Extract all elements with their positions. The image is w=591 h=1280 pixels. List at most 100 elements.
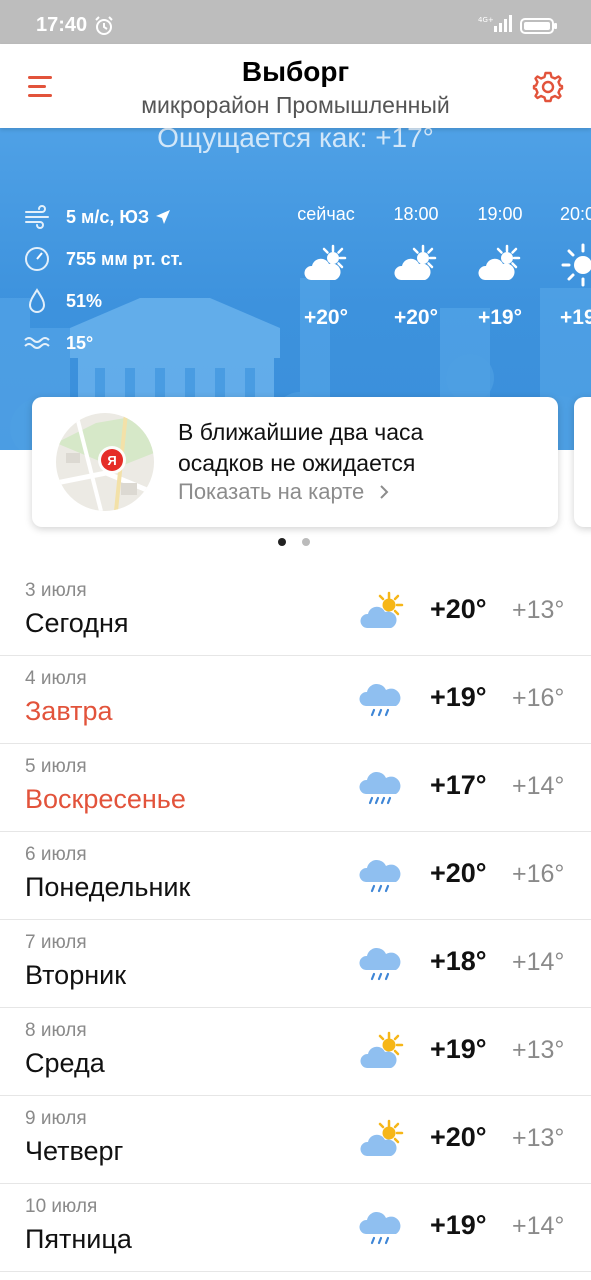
partly-cloudy-icon: [360, 591, 404, 628]
humidity-drop-icon: [28, 288, 46, 313]
water-temp-value: 15°: [66, 332, 94, 353]
nowcast-line-2: осадков не ожидается: [178, 450, 416, 476]
day-temp-max: +18°: [430, 946, 487, 976]
forecast-day-row[interactable]: 9 июля Четверг +20° +13°: [0, 1096, 591, 1184]
nowcast-card[interactable]: Я В ближайшие два часа осадков не ожидае…: [32, 397, 558, 527]
feels-like-text: Ощущается как: +17°: [157, 128, 434, 153]
wind-row: 5 м/с, ЮЗ: [24, 202, 171, 232]
forecast-day-row[interactable]: 7 июля Вторник +18° +14°: [0, 920, 591, 1008]
partly-cloudy-icon: [478, 244, 521, 280]
chevron-right-icon: [380, 485, 389, 499]
status-bar: 17:40 4G+: [0, 0, 591, 44]
day-temp-min: +16°: [512, 684, 565, 712]
wind-icon: [25, 205, 49, 229]
hour-time: 19:00: [477, 204, 523, 224]
day-temp-min: +14°: [512, 772, 565, 800]
day-name: Завтра: [25, 696, 113, 726]
forecast-day-row[interactable]: 5 июля Воскресенье +17° +14°: [0, 744, 591, 832]
wind-direction-icon: [156, 210, 171, 224]
city-title: Выборг: [241, 56, 350, 87]
hour-temp: +19°: [560, 306, 591, 329]
page-dot[interactable]: [302, 538, 310, 546]
hour-time: 18:00: [393, 204, 439, 224]
day-name: Четверг: [25, 1136, 124, 1166]
partly-cloudy-icon: [360, 1031, 404, 1068]
water-temp-row: 15°: [24, 328, 93, 358]
day-temp-min: +13°: [512, 1036, 565, 1064]
humidity-row: 51%: [24, 286, 102, 316]
day-temp-max: +17°: [430, 770, 487, 800]
rain-icon: [359, 947, 401, 981]
day-temp-min: +13°: [512, 1124, 565, 1152]
forecast-day-row[interactable]: 3 июля Сегодня +20° +13°: [0, 568, 591, 656]
next-card-peek[interactable]: [574, 397, 591, 527]
day-name: Сегодня: [25, 608, 129, 638]
hourly-item[interactable]: 18:00 +20°: [376, 204, 456, 330]
day-temp-max: +20°: [430, 1122, 487, 1152]
hour-temp: +20°: [303, 306, 349, 329]
pressure-row: 755 мм рт. ст.: [24, 244, 183, 274]
sun-icon: [561, 243, 591, 287]
hour-temp: +19°: [477, 306, 523, 329]
day-date: 10 июля: [25, 1196, 98, 1217]
hourly-item[interactable]: 19:00 +19°: [460, 204, 540, 330]
day-date: 4 июля: [25, 668, 87, 689]
day-temp-max: +19°: [430, 1210, 487, 1240]
humidity-value: 51%: [66, 290, 103, 311]
day-temp-max: +20°: [430, 858, 487, 888]
day-name: Пятница: [25, 1224, 132, 1254]
forecast-day-row[interactable]: 10 июля Пятница +19° +14°: [0, 1184, 591, 1272]
day-temp-max: +20°: [430, 594, 487, 624]
pressure-gauge-icon: [25, 247, 49, 271]
battery-icon: [520, 18, 557, 34]
day-date: 6 июля: [25, 844, 87, 865]
nowcast-message: В ближайшие два часа осадков не ожидаетс…: [178, 417, 538, 479]
day-date: 7 июля: [25, 932, 87, 953]
day-name: Понедельник: [25, 872, 191, 902]
partly-cloudy-icon: [394, 244, 437, 280]
hourly-item[interactable]: 20:00 +19°: [542, 204, 591, 330]
forecast-day-row[interactable]: 6 июля Понедельник +20° +16°: [0, 832, 591, 920]
day-date: 3 июля: [25, 580, 87, 601]
forecast-day-row[interactable]: 8 июля Среда +19° +13°: [0, 1008, 591, 1096]
hourly-item[interactable]: сейчас +20°: [286, 204, 366, 330]
rain-icon: [359, 771, 401, 805]
map-thumbnail[interactable]: Я: [56, 413, 154, 511]
carousel-pagination: [278, 538, 318, 548]
hour-temp: +20°: [393, 306, 439, 329]
rain-icon: [359, 1211, 401, 1245]
alarm-icon: [95, 16, 113, 35]
rain-icon: [359, 683, 401, 717]
signal-icon: 4G+: [478, 15, 512, 32]
partly-cloudy-icon: [304, 244, 347, 280]
forecast-day-row[interactable]: 4 июля Завтра +19° +16°: [0, 656, 591, 744]
day-temp-max: +19°: [430, 1034, 487, 1064]
day-temp-min: +14°: [512, 1212, 565, 1240]
day-temp-min: +14°: [512, 948, 565, 976]
network-label: 4G+: [478, 16, 494, 24]
day-name: Вторник: [25, 960, 127, 990]
show-on-map-label: Показать на карте: [178, 479, 365, 504]
district-name: микрорайон Промышленный: [141, 92, 450, 118]
page-dot-active[interactable]: [278, 538, 286, 546]
water-waves-icon: [24, 337, 50, 349]
day-date: 5 июля: [25, 756, 87, 777]
hour-time: 20:00: [560, 204, 591, 224]
day-temp-min: +13°: [512, 596, 565, 624]
day-date: 8 июля: [25, 1020, 87, 1041]
day-date: 9 июля: [25, 1108, 87, 1129]
day-temp-min: +16°: [512, 860, 565, 888]
day-temp-max: +19°: [430, 682, 487, 712]
wind-value: 5 м/с, ЮЗ: [66, 206, 150, 227]
day-name: Среда: [25, 1048, 105, 1078]
pressure-value: 755 мм рт. ст.: [66, 248, 183, 269]
gear-icon[interactable]: [531, 70, 565, 104]
status-time: 17:40: [36, 14, 88, 36]
partly-cloudy-icon: [360, 1119, 404, 1156]
show-on-map-link[interactable]: Показать на карте: [178, 479, 390, 505]
nowcast-line-1: В ближайшие два часа: [178, 419, 424, 445]
map-badge-label: Я: [107, 453, 116, 468]
app-header: Выборг микрорайон Промышленный: [0, 44, 591, 128]
hour-time: сейчас: [297, 204, 355, 224]
rain-icon: [359, 859, 401, 893]
